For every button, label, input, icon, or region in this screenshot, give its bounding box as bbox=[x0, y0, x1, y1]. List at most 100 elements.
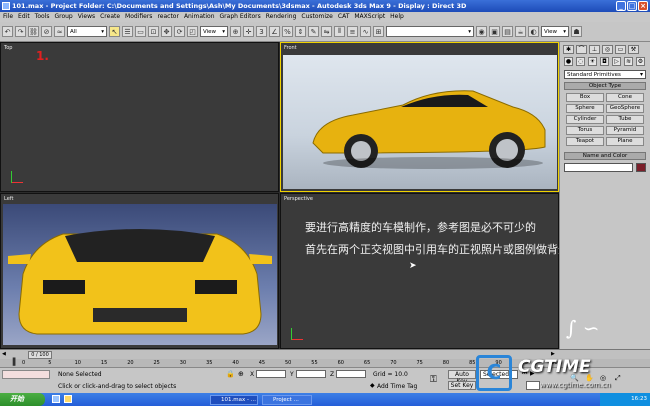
y-coordinate-field[interactable] bbox=[296, 370, 326, 378]
menu-file[interactable]: File bbox=[3, 12, 13, 22]
motion-tab-icon[interactable]: ◎ bbox=[602, 45, 613, 54]
quick-launch-icon[interactable] bbox=[52, 395, 60, 403]
add-time-tag-button[interactable]: Add Time Tag bbox=[377, 383, 417, 390]
viewport-front[interactable]: Front bbox=[280, 42, 559, 192]
start-button[interactable]: 开始 bbox=[0, 393, 45, 406]
menu-modifiers[interactable]: Modifiers bbox=[125, 12, 152, 22]
redo-icon[interactable]: ↷ bbox=[15, 26, 26, 37]
snap-3d-icon[interactable]: 3 bbox=[256, 26, 267, 37]
pivot-center-icon[interactable]: ⊕ bbox=[230, 26, 241, 37]
minimize-button[interactable]: _ bbox=[616, 1, 626, 11]
mirror-icon[interactable]: ⇋ bbox=[321, 26, 332, 37]
cameras-icon[interactable]: ◘ bbox=[600, 57, 609, 66]
transform-type-in-icon[interactable]: ⊕ bbox=[238, 370, 244, 378]
plane-button[interactable]: Plane bbox=[606, 137, 644, 146]
bind-space-warp-icon[interactable]: ≈ bbox=[54, 26, 65, 37]
box-button[interactable]: Box bbox=[566, 93, 604, 102]
menu-rendering[interactable]: Rendering bbox=[266, 12, 297, 22]
time-tag-icon[interactable]: ◆ bbox=[370, 382, 375, 389]
create-tab-icon[interactable]: ✱ bbox=[563, 45, 574, 54]
spinner-snap-icon[interactable]: ⇕ bbox=[295, 26, 306, 37]
maximize-button[interactable]: □ bbox=[627, 1, 637, 11]
sphere-button[interactable]: Sphere bbox=[566, 104, 604, 113]
object-type-rollout[interactable]: Object Type bbox=[564, 82, 646, 90]
shapes-icon[interactable]: ◌ bbox=[576, 57, 585, 66]
torus-button[interactable]: Torus bbox=[566, 126, 604, 135]
render-setup-icon[interactable]: ▣ bbox=[489, 26, 500, 37]
schematic-view-icon[interactable]: ⊞ bbox=[373, 26, 384, 37]
set-key-icon[interactable]: ⚿ bbox=[430, 375, 437, 385]
curve-editor-icon[interactable]: ∿ bbox=[360, 26, 371, 37]
named-selection-icon[interactable]: ✎ bbox=[308, 26, 319, 37]
viewport-top[interactable]: Top 1. bbox=[0, 42, 279, 192]
undo-icon[interactable]: ↶ bbox=[2, 26, 13, 37]
menu-customize[interactable]: Customize bbox=[301, 12, 333, 22]
quick-launch-icon[interactable] bbox=[64, 395, 72, 403]
geosphere-button[interactable]: GeoSphere bbox=[606, 104, 644, 113]
modify-tab-icon[interactable]: ⌒ bbox=[576, 45, 587, 54]
quick-render-icon[interactable]: ☕ bbox=[515, 26, 526, 37]
align-icon[interactable]: ⫴ bbox=[334, 26, 345, 37]
menu-views[interactable]: Views bbox=[78, 12, 95, 22]
menu-cat[interactable]: CAT bbox=[338, 12, 350, 22]
menu-animation[interactable]: Animation bbox=[184, 12, 215, 22]
menu-help[interactable]: Help bbox=[390, 12, 404, 22]
space-warps-icon[interactable]: ≋ bbox=[624, 57, 633, 66]
rectangular-selection-icon[interactable]: ▭ bbox=[135, 26, 146, 37]
close-button[interactable]: × bbox=[638, 1, 648, 11]
viewport-perspective[interactable]: Perspective ➤ bbox=[280, 193, 559, 349]
menu-edit[interactable]: Edit bbox=[18, 12, 30, 22]
link-icon[interactable]: ⛓ bbox=[28, 26, 39, 37]
display-tab-icon[interactable]: ▭ bbox=[615, 45, 626, 54]
render-icon[interactable]: ◐ bbox=[528, 26, 539, 37]
auto-key-button[interactable]: Auto Key bbox=[448, 370, 476, 385]
unlink-icon[interactable]: ⊘ bbox=[41, 26, 52, 37]
teapot-button[interactable]: Teapot bbox=[566, 137, 604, 146]
cylinder-button[interactable]: Cylinder bbox=[566, 115, 604, 124]
systems-icon[interactable]: ⚙ bbox=[636, 57, 645, 66]
hierarchy-tab-icon[interactable]: ⊥ bbox=[589, 45, 600, 54]
set-key-button[interactable]: Set Key bbox=[448, 381, 476, 390]
percent-snap-icon[interactable]: % bbox=[282, 26, 293, 37]
time-slider-prev-icon[interactable]: ◀ bbox=[2, 351, 6, 357]
angle-snap-icon[interactable]: ∠ bbox=[269, 26, 280, 37]
render-frame-icon[interactable]: ▤ bbox=[502, 26, 513, 37]
manipulate-icon[interactable]: ✛ bbox=[243, 26, 254, 37]
named-selection-sets-dropdown[interactable]: ▾ bbox=[386, 26, 474, 37]
lights-icon[interactable]: ☀ bbox=[588, 57, 597, 66]
z-coordinate-field[interactable] bbox=[336, 370, 366, 378]
x-coordinate-field[interactable] bbox=[256, 370, 286, 378]
menu-group[interactable]: Group bbox=[54, 12, 72, 22]
select-by-name-icon[interactable]: ☰ bbox=[122, 26, 133, 37]
layer-manager-icon[interactable]: ≡ bbox=[347, 26, 358, 37]
lock-selection-icon[interactable]: 🔒 bbox=[226, 370, 235, 378]
menu-maxscript[interactable]: MAXScript bbox=[354, 12, 385, 22]
render-teapot-icon[interactable]: ☗ bbox=[571, 26, 582, 37]
select-scale-icon[interactable]: ◰ bbox=[187, 26, 198, 37]
taskbar-item-3dsmax[interactable]: 101.max - ... bbox=[210, 395, 258, 405]
time-slider-handle[interactable]: 0 / 100 bbox=[28, 351, 52, 359]
menu-create[interactable]: Create bbox=[100, 12, 120, 22]
select-object-icon[interactable]: ↖ bbox=[109, 26, 120, 37]
utilities-tab-icon[interactable]: ⚒ bbox=[628, 45, 639, 54]
tube-button[interactable]: Tube bbox=[606, 115, 644, 124]
taskbar-item-project[interactable]: Project ... bbox=[262, 395, 312, 405]
viewport-left[interactable]: Left bbox=[0, 193, 279, 349]
cone-button[interactable]: Cone bbox=[606, 93, 644, 102]
reference-coord-dropdown[interactable]: View ▾ bbox=[200, 26, 228, 37]
object-name-field[interactable] bbox=[564, 163, 633, 172]
object-color-swatch[interactable] bbox=[636, 163, 646, 172]
helpers-icon[interactable]: ▷ bbox=[612, 57, 621, 66]
menu-tools[interactable]: Tools bbox=[35, 12, 50, 22]
window-crossing-icon[interactable]: ⊡ bbox=[148, 26, 159, 37]
render-view-dropdown[interactable]: View ▾ bbox=[541, 26, 569, 37]
name-color-rollout[interactable]: Name and Color bbox=[564, 152, 646, 160]
geometry-icon[interactable]: ● bbox=[564, 57, 573, 66]
select-move-icon[interactable]: ✥ bbox=[161, 26, 172, 37]
primitive-category-dropdown[interactable]: Standard Primitives bbox=[564, 70, 646, 79]
select-rotate-icon[interactable]: ⟳ bbox=[174, 26, 185, 37]
menu-graph-editors[interactable]: Graph Editors bbox=[220, 12, 261, 22]
material-editor-icon[interactable]: ◉ bbox=[476, 26, 487, 37]
pyramid-button[interactable]: Pyramid bbox=[606, 126, 644, 135]
selection-filter-dropdown[interactable]: All ▾ bbox=[67, 26, 107, 37]
